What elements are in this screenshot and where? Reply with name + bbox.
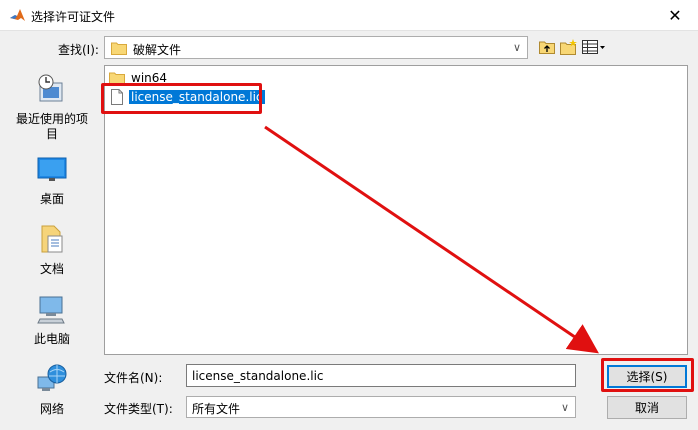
chevron-down-icon: ∨ bbox=[512, 41, 521, 54]
toolbar bbox=[538, 38, 606, 56]
computer-icon bbox=[37, 296, 65, 324]
folder-icon bbox=[111, 42, 127, 55]
place-label: 网络 bbox=[39, 402, 64, 416]
up-folder-icon[interactable] bbox=[538, 38, 556, 56]
place-label: 最近使用的项目 bbox=[15, 112, 88, 141]
close-button[interactable]: ✕ bbox=[652, 0, 698, 31]
place-label: 此电脑 bbox=[33, 332, 70, 346]
lookin-label: 查找(I): bbox=[58, 43, 99, 57]
filename-input[interactable] bbox=[186, 364, 576, 387]
lookin-dropdown[interactable]: 破解文件 ∨ bbox=[104, 36, 528, 59]
matlab-icon bbox=[10, 9, 25, 21]
cancel-button[interactable]: 取消 bbox=[607, 396, 687, 419]
new-folder-icon[interactable] bbox=[560, 38, 578, 56]
filetype-dropdown[interactable]: 所有文件 ∨ bbox=[186, 396, 576, 418]
filename-label: 文件名(N): bbox=[104, 371, 163, 385]
chevron-down-icon: ∨ bbox=[560, 401, 569, 414]
annotation-box-file bbox=[101, 83, 262, 114]
filetype-value: 所有文件 bbox=[192, 402, 241, 416]
title-bar: 选择许可证文件 ✕ bbox=[0, 0, 698, 31]
view-menu-icon[interactable] bbox=[582, 38, 606, 56]
place-recent[interactable]: 最近使用的项目 bbox=[10, 73, 94, 142]
annotation-box-button bbox=[601, 358, 694, 392]
place-documents[interactable]: 文档 bbox=[10, 223, 94, 277]
place-computer[interactable]: 此电脑 bbox=[10, 293, 94, 347]
close-icon: ✕ bbox=[668, 6, 682, 25]
filetype-label: 文件类型(T): bbox=[104, 402, 173, 416]
network-icon bbox=[37, 364, 67, 391]
recent-icon bbox=[38, 74, 63, 102]
window-title: 选择许可证文件 bbox=[31, 10, 116, 24]
lookin-value: 破解文件 bbox=[133, 43, 182, 57]
place-label: 桌面 bbox=[39, 192, 64, 206]
place-desktop[interactable]: 桌面 bbox=[10, 153, 94, 207]
documents-icon bbox=[41, 225, 63, 253]
desktop-icon bbox=[37, 157, 67, 181]
place-network[interactable]: 网络 bbox=[10, 363, 94, 417]
place-label: 文档 bbox=[39, 262, 64, 276]
